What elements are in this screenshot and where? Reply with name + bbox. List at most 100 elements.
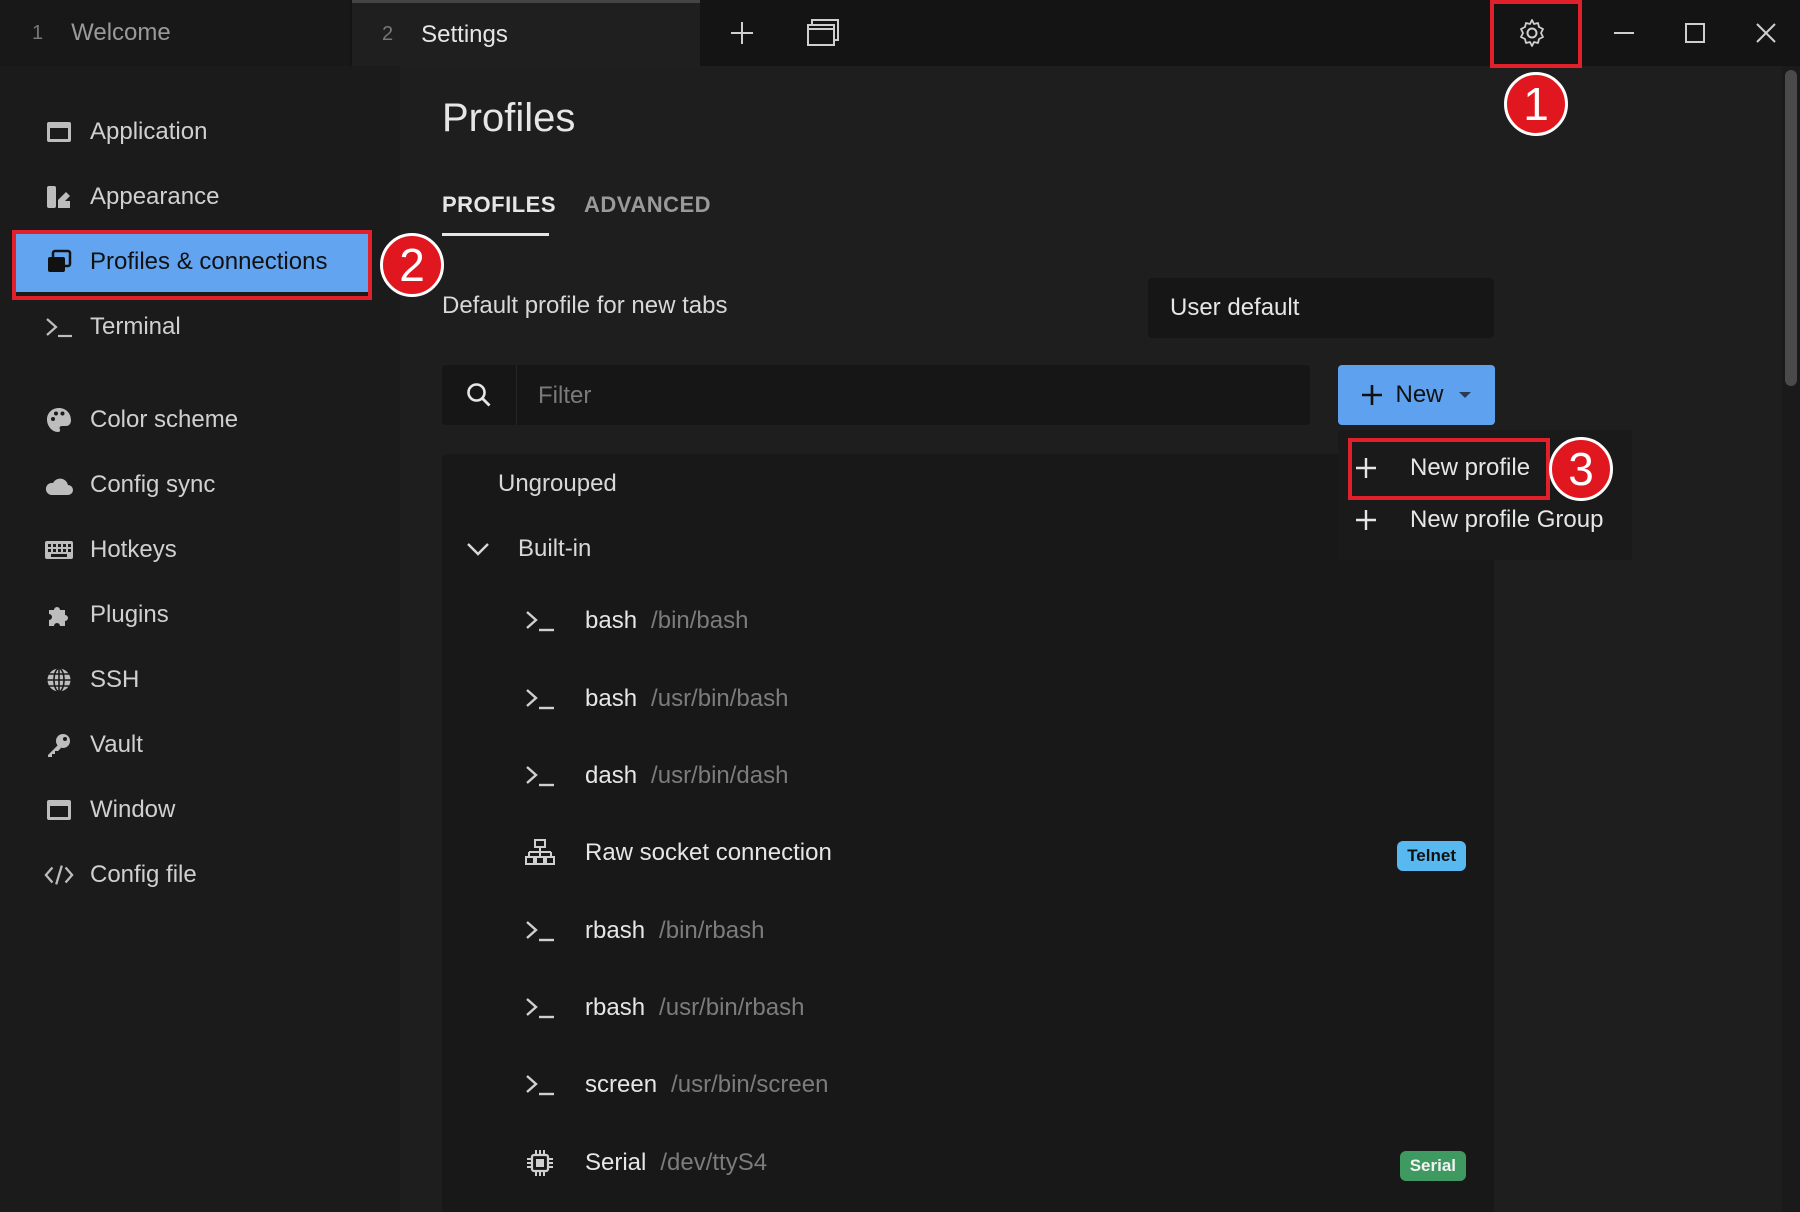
tab-profiles[interactable]: PROFILES: [442, 192, 556, 218]
new-tab-button[interactable]: [716, 8, 768, 58]
sidebar-item-vault[interactable]: Vault: [14, 715, 370, 775]
window-icon: [44, 795, 74, 825]
plus-icon: [1362, 385, 1383, 405]
sidebar-item-color-scheme[interactable]: Color scheme: [14, 390, 370, 450]
sidebar-item-label: Appearance: [90, 183, 220, 210]
sidebar-item-config-sync[interactable]: Config sync: [14, 455, 370, 515]
scrollbar[interactable]: [1782, 66, 1800, 1212]
key-icon: [44, 730, 74, 760]
terminal-icon: [524, 1069, 556, 1101]
list-item[interactable]: bash/usr/bin/bash: [442, 665, 1494, 735]
terminal-icon: [524, 992, 556, 1024]
menu-item-new-profile-group[interactable]: New profile Group: [1352, 496, 1603, 544]
telnet-badge: Telnet: [1397, 841, 1466, 871]
sidebar-item-ssh[interactable]: SSH: [14, 650, 370, 710]
sidebar-item-label: Terminal: [90, 313, 181, 340]
sidebar-item-label: Config sync: [90, 471, 216, 498]
profile-path: /dev/ttyS4: [660, 1149, 768, 1176]
minimize-icon: [1614, 32, 1634, 34]
list-item[interactable]: rbash/usr/bin/rbash: [442, 974, 1494, 1044]
terminal-icon: [524, 683, 556, 715]
close-button[interactable]: [1740, 8, 1792, 58]
search-icon: [442, 365, 517, 425]
menu-item-label: New profile Group: [1410, 506, 1604, 533]
group-ungrouped[interactable]: Ungrouped: [498, 470, 617, 498]
windows-icon: [807, 19, 839, 46]
globe-icon: [44, 665, 74, 695]
group-builtin[interactable]: Built-in: [466, 535, 591, 563]
profile-name: Raw socket connection: [585, 839, 832, 866]
sidebar-item-label: Application: [90, 118, 208, 145]
list-item[interactable]: rbash/bin/rbash: [442, 897, 1494, 967]
list-item[interactable]: Raw socket connection Telnet: [442, 819, 1494, 889]
keyboard-icon: [44, 535, 74, 565]
sidebar-item-plugins[interactable]: Plugins: [14, 585, 370, 645]
list-item[interactable]: Serial/dev/ttyS4 Serial: [442, 1129, 1494, 1199]
profile-path: /bin/bash: [651, 607, 749, 634]
new-button-label: New: [1395, 381, 1444, 408]
sidebar-item-label: Color scheme: [90, 406, 239, 433]
filter-input[interactable]: [536, 365, 1280, 427]
profile-name: bash: [585, 685, 638, 712]
puzzle-icon: [44, 600, 74, 630]
terminal-icon: [524, 760, 556, 792]
page-title: Profiles: [442, 96, 576, 140]
caret-down-icon: [1458, 392, 1471, 398]
list-item[interactable]: screen/usr/bin/screen: [442, 1051, 1494, 1121]
tab-advanced[interactable]: ADVANCED: [584, 192, 711, 218]
minimize-button[interactable]: [1598, 8, 1650, 58]
profile-name: dash: [585, 762, 638, 789]
sidebar-item-label: Hotkeys: [90, 536, 177, 563]
tab-overview-button[interactable]: [797, 8, 849, 58]
default-profile-label: Default profile for new tabs: [442, 292, 728, 319]
tab-label: Settings: [421, 20, 508, 48]
sidebar-item-hotkeys[interactable]: Hotkeys: [14, 520, 370, 580]
sidebar-item-appearance[interactable]: Appearance: [14, 167, 370, 227]
network-icon: [524, 837, 556, 869]
close-icon: [1756, 23, 1776, 43]
sidebar-item-label: Window: [90, 796, 176, 823]
window-icon: [44, 117, 74, 147]
profile-name: rbash: [585, 917, 646, 944]
sidebar-item-label: SSH: [90, 666, 140, 693]
terminal-icon: [524, 915, 556, 947]
tab-welcome[interactable]: 1 Welcome: [0, 0, 350, 66]
maximize-button[interactable]: [1669, 8, 1721, 58]
plus-icon: [1352, 509, 1380, 531]
list-item[interactable]: dash/usr/bin/dash: [442, 742, 1494, 812]
default-profile-select[interactable]: User default: [1148, 278, 1494, 338]
sidebar-item-application[interactable]: Application: [14, 102, 370, 162]
profile-name: bash: [585, 607, 638, 634]
cloud-icon: [44, 470, 74, 500]
tab-label: Welcome: [71, 19, 171, 46]
sidebar-item-label: Plugins: [90, 601, 169, 628]
profile-path: /usr/bin/rbash: [659, 994, 805, 1021]
maximize-icon: [1685, 23, 1705, 43]
sidebar-item-terminal[interactable]: Terminal: [14, 297, 370, 357]
palette-brush-icon: [44, 182, 74, 212]
profile-name: rbash: [585, 994, 646, 1021]
profile-list: Ungrouped Built-in bash/bin/bash bash/us…: [442, 454, 1494, 1212]
profile-name: screen: [585, 1071, 658, 1098]
plus-icon: [731, 22, 753, 44]
code-icon: [44, 860, 74, 890]
profile-path: /bin/rbash: [659, 917, 765, 944]
chip-icon: [524, 1147, 556, 1179]
tab-settings[interactable]: 2 Settings: [352, 0, 700, 66]
profile-path: /usr/bin/bash: [651, 685, 789, 712]
serial-badge: Serial: [1399, 1151, 1466, 1181]
annotation-badge-3: 3: [1549, 437, 1613, 501]
sidebar-item-window[interactable]: Window: [14, 780, 370, 840]
sidebar-item-label: Config file: [90, 861, 197, 888]
sidebar-item-config-file[interactable]: Config file: [14, 845, 370, 905]
terminal-icon: [44, 312, 74, 342]
annotation-box-new-profile: [1348, 438, 1550, 500]
new-profile-dropdown-button[interactable]: New: [1338, 365, 1495, 425]
profile-path: /usr/bin/dash: [651, 762, 789, 789]
scrollbar-thumb[interactable]: [1785, 70, 1797, 386]
tab-number: 1: [32, 21, 44, 44]
list-item[interactable]: bash/bin/bash: [442, 587, 1494, 657]
annotation-badge-1: 1: [1504, 72, 1568, 136]
profile-name: Serial: [585, 1149, 647, 1176]
filter-box: [442, 365, 1310, 427]
